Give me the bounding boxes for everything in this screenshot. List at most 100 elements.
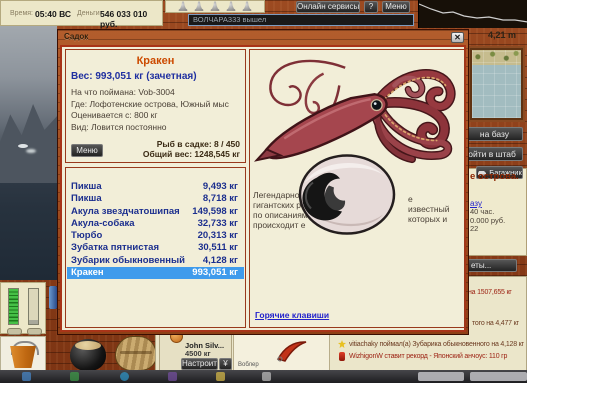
bell-icon[interactable]: [226, 1, 236, 12]
fish-row[interactable]: Акула-собака 32,733 кг: [67, 218, 244, 230]
sleeping-bag-item[interactable]: [115, 336, 157, 371]
fish-name: Кракен: [71, 267, 104, 279]
fish-details: На что поймана: Vob-3004 Где: Лофотенски…: [71, 87, 229, 133]
fish-name: Тюрбо: [71, 230, 102, 242]
screenshot-stage: Время: 05:40 ВС Деньги: 546 033 010 руб.…: [0, 0, 600, 400]
detail-line: Где: Лофотенские острова, Южный мыс: [71, 99, 229, 111]
chat-fragment: того на 4,477 кг: [472, 320, 519, 327]
chat-message: WizhigonW ставит рекорд - Японский анчоу…: [349, 353, 507, 360]
bell-icon[interactable]: [178, 1, 188, 12]
fish-view-panel: Легендарное гигантских ра по описаниям п…: [249, 49, 465, 328]
fish-weight: 993,051 кг: [192, 267, 238, 279]
bells-panel: [165, 0, 265, 13]
info-fragment: 22: [470, 225, 505, 234]
keepnet-menu-button[interactable]: Меню: [71, 144, 103, 157]
fish-name: Акула-собака: [71, 218, 135, 230]
fish-name: Пикша: [71, 193, 102, 205]
money-label: Деньги:: [77, 10, 102, 17]
taskbar-icon: [70, 372, 79, 381]
location-name-fragment: е острова.: [470, 171, 519, 182]
fish-name: Пикша: [71, 181, 102, 193]
hunger-bar: [28, 288, 39, 325]
taskbar: [0, 370, 527, 383]
fish-weight: 149,598 кг: [192, 206, 238, 218]
taskbar-button: [470, 372, 527, 381]
mini-map[interactable]: [470, 48, 523, 120]
desc-line: которых и: [408, 214, 450, 224]
description-fragments-right: е известный которых и: [408, 194, 450, 224]
desc-line: е: [408, 194, 450, 204]
taskbar-icon: [22, 372, 31, 381]
fish-weight-line: Вес: 993,051 кг (зачетная): [71, 71, 197, 82]
fish-weight: 4,128 кг: [203, 255, 238, 267]
bucket-icon[interactable]: [9, 346, 37, 368]
fish-row[interactable]: Пикша 9,493 кг: [67, 181, 244, 193]
online-services-button[interactable]: Онлайн сервисы: [296, 1, 360, 13]
fish-list-panel: Пикша 9,493 кг Пикша 8,718 кг Акула звез…: [65, 167, 246, 328]
taskbar-icon: [262, 372, 271, 381]
fish-weight: 9,493 кг: [203, 181, 238, 193]
fish-weight: 30,511 кг: [198, 242, 238, 254]
help-button[interactable]: ?: [364, 1, 378, 13]
energy-bar: [8, 288, 19, 325]
fish-row[interactable]: Акула звездчатошипая 149,598 кг: [67, 206, 244, 218]
bell-icon[interactable]: [194, 1, 204, 12]
time-value: 05:40 ВС: [35, 9, 71, 19]
fish-row[interactable]: Зубатка пятнистая 30,511 кг: [67, 242, 244, 254]
fish-row[interactable]: Зубарик обыкновенный 4,128 кг: [67, 255, 244, 267]
detail-line: Оценивается с: 800 кг: [71, 110, 229, 122]
thermos-item[interactable]: [49, 286, 57, 309]
fish-name: Зубатка пятнистая: [71, 242, 159, 254]
record-flag-icon: [339, 352, 345, 361]
dialog-content: Кракен Вес: 993,051 кг (зачетная) На что…: [60, 45, 466, 332]
taskbar-button: [418, 372, 464, 381]
fish-info-panel: Кракен Вес: 993,051 кг (зачетная) На что…: [65, 49, 246, 163]
lure-label: Воблер: [238, 362, 259, 368]
fish-title: Кракен: [66, 55, 245, 67]
fish-row[interactable]: Пикша 8,718 кг: [67, 193, 244, 205]
configure-button[interactable]: Настроить: [181, 358, 218, 370]
fish-weight: 20,313 кг: [198, 230, 238, 242]
taskbar-icon: [168, 372, 177, 381]
player-weight: 4500 кг: [185, 349, 211, 358]
hotkeys-link[interactable]: Горячие клавиши: [255, 310, 329, 320]
time-money-panel: Время: 05:40 ВС Деньги: 546 033 010 руб.: [0, 0, 163, 26]
player-panel: John Silv... 4500 кг Настроить ¥: [159, 334, 232, 371]
depth-line: [419, 0, 527, 28]
depth-value: 4,21 m: [488, 30, 516, 40]
chat-fragment: на 1507,655 кг: [468, 289, 512, 296]
game-window: Время: 05:40 ВС Деньги: 546 033 010 руб.…: [0, 0, 527, 383]
bar-counter: [27, 328, 42, 335]
stamina-bars-panel: [0, 282, 46, 334]
bell-icon[interactable]: [242, 1, 252, 12]
tickets-button[interactable]: еты...: [466, 259, 517, 272]
keepnet-total: Общий вес: 1248,545 кг: [143, 150, 240, 160]
mountains: [0, 97, 57, 183]
bell-icon[interactable]: [210, 1, 220, 12]
fish-row[interactable]: Тюрбо 20,313 кг: [67, 230, 244, 242]
detail-line: На что поймана: Vob-3004: [71, 87, 229, 99]
location-photo: [0, 26, 57, 280]
bell-toggle-button[interactable]: ¥: [219, 358, 232, 370]
money-value: 546 033 010 руб.: [100, 9, 162, 29]
beak-image: [289, 152, 399, 238]
desc-line: известный: [408, 204, 450, 214]
fish-name: Зубарик обыкновенный: [71, 255, 185, 267]
fish-row-selected[interactable]: Кракен 993,051 кг: [67, 267, 244, 279]
location-info-fragments: 40 час. 0.000 руб. 22: [470, 208, 505, 234]
food-pot-item[interactable]: [70, 339, 106, 371]
fish-weight: 8,718 кг: [203, 193, 238, 205]
fish-list: Пикша 9,493 кг Пикша 8,718 кг Акула звез…: [67, 181, 244, 279]
main-menu-button[interactable]: Меню: [382, 1, 410, 13]
depth-graph: [418, 0, 527, 28]
taskbar-icon: [120, 372, 129, 381]
close-icon[interactable]: ✕: [451, 32, 464, 43]
return-to-base-button[interactable]: на базу: [466, 127, 523, 141]
lure-panel: Воблер: [233, 334, 330, 371]
chat-message: vitiachaky поймал(а) Зубарика обыкновенн…: [349, 341, 524, 348]
keepnet-summary: Рыб в садке: 8 / 450 Общий вес: 1248,545…: [143, 140, 240, 159]
keepnet-dialog: Садок ✕ Кракен Вес: 993,051 кг (зачетная…: [57, 29, 469, 335]
dialog-title: Садок: [64, 32, 88, 41]
bar-counter: [7, 328, 22, 335]
snow-patch: [18, 144, 28, 148]
